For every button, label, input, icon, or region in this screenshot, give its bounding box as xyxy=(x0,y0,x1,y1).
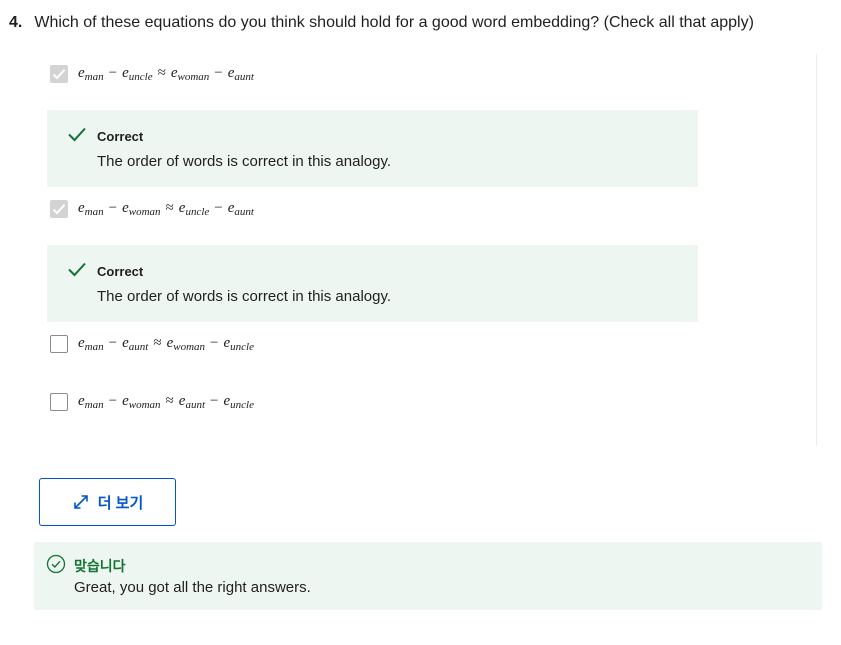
result-banner: 맞습니다 Great, you got all the right answer… xyxy=(34,542,822,610)
option-3-equation: eman − eaunt ≈ ewoman − euncle xyxy=(78,335,254,353)
feedback-text: The order of words is correct in this an… xyxy=(97,288,392,305)
checkmark-icon xyxy=(52,204,66,215)
divider xyxy=(816,54,817,446)
option-1[interactable]: eman − euncle ≈ ewoman − eaunt xyxy=(50,65,254,83)
feedback-text: The order of words is correct in this an… xyxy=(97,153,392,170)
option-4[interactable]: eman − ewoman ≈ eaunt − euncle xyxy=(50,393,254,411)
option-4-checkbox[interactable] xyxy=(50,393,68,411)
option-1-checkbox[interactable] xyxy=(50,65,68,83)
result-text: Great, you got all the right answers. xyxy=(74,579,311,596)
feedback-title: Correct xyxy=(97,264,144,279)
feedback-correct-2: Correct The order of words is correct in… xyxy=(47,245,698,322)
option-3-checkbox[interactable] xyxy=(50,335,68,353)
feedback-correct-1: Correct The order of words is correct in… xyxy=(47,110,698,187)
option-2-equation: eman − ewoman ≈ euncle − eaunt xyxy=(78,200,254,218)
option-4-equation: eman − ewoman ≈ eaunt − euncle xyxy=(78,393,254,411)
question-text: Which of these equations do you think sh… xyxy=(34,14,754,31)
expand-arrows-icon xyxy=(73,495,88,509)
option-3[interactable]: eman − eaunt ≈ ewoman − euncle xyxy=(50,335,254,353)
option-1-equation: eman − euncle ≈ ewoman − eaunt xyxy=(78,65,254,83)
check-icon xyxy=(68,262,86,277)
check-icon xyxy=(68,127,86,142)
result-title: 맞습니다 xyxy=(74,558,126,574)
question-header: 4. Which of these equations do you think… xyxy=(9,14,754,32)
option-2[interactable]: eman − ewoman ≈ euncle − eaunt xyxy=(50,200,254,218)
checkmark-icon xyxy=(52,69,66,80)
question-number: 4. xyxy=(9,14,23,31)
check-circle-icon xyxy=(46,554,66,574)
see-more-label: 더 보기 xyxy=(97,494,144,512)
option-2-checkbox[interactable] xyxy=(50,200,68,218)
feedback-title: Correct xyxy=(97,129,144,144)
see-more-button[interactable]: 더 보기 xyxy=(39,478,176,526)
